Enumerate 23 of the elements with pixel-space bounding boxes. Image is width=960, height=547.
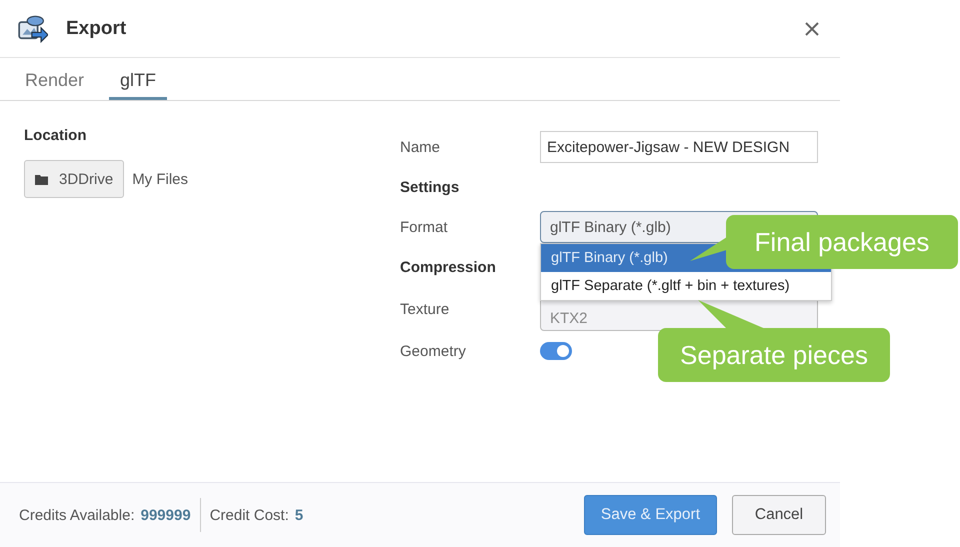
tab[interactable]: glTF bbox=[109, 70, 168, 100]
drive-button[interactable]: 3DDrive bbox=[24, 160, 124, 198]
credits-value: 999999 bbox=[140, 506, 191, 524]
field-label: Texture bbox=[400, 300, 450, 320]
cost-label: Credit Cost: bbox=[210, 506, 289, 524]
settings-heading: Settings bbox=[400, 178, 460, 198]
location-path: My Files bbox=[132, 170, 188, 188]
field-label: Name bbox=[400, 138, 442, 158]
export-icon bbox=[18, 14, 48, 42]
location-heading: Location bbox=[24, 127, 88, 144]
tab[interactable]: Render bbox=[14, 70, 96, 100]
close-icon[interactable] bbox=[804, 20, 820, 36]
geometry-toggle[interactable] bbox=[540, 342, 572, 360]
callout: Final packages bbox=[726, 215, 958, 269]
field-label: Geometry bbox=[400, 342, 467, 362]
cost-value: 5 bbox=[294, 506, 304, 524]
field-label: Format bbox=[400, 218, 449, 238]
cancel-button[interactable]: Cancel bbox=[732, 495, 826, 535]
name-field[interactable]: Excitepower-Jigsaw - NEW DESIGN bbox=[540, 131, 818, 163]
folder-icon bbox=[35, 174, 49, 184]
compression-heading: Compression bbox=[400, 258, 496, 278]
credits-label: Credits Available: bbox=[19, 506, 135, 524]
window-title: Export bbox=[66, 18, 126, 40]
